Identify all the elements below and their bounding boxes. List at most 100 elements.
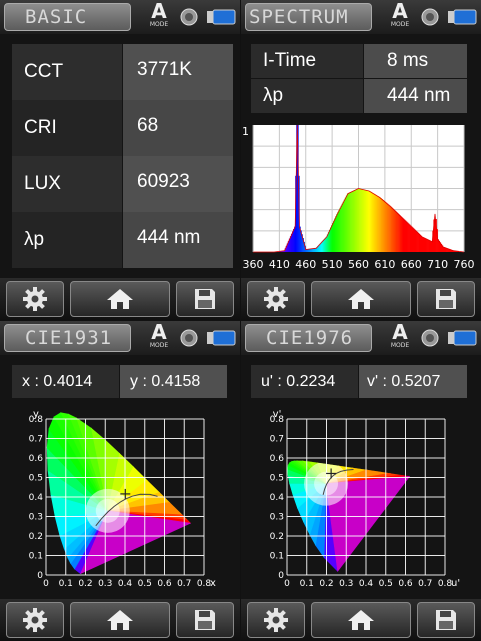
mode-letter: A [151, 321, 167, 344]
mode-letter: A [392, 0, 408, 23]
save-icon [195, 289, 215, 309]
x-tick-label: 360 [243, 258, 264, 271]
save-icon [436, 610, 456, 630]
save-button[interactable] [417, 281, 475, 317]
mode-button[interactable]: A MODE [144, 1, 174, 33]
battery-icon [207, 330, 236, 346]
settings-button[interactable] [6, 602, 64, 638]
x-tick-label: 0.6 [157, 579, 172, 589]
cie1931-title[interactable]: CIE1931 [4, 324, 131, 352]
save-icon [436, 289, 456, 309]
gear-icon [264, 608, 288, 632]
cie1976-title[interactable]: CIE1976 [245, 324, 372, 352]
table-row: λp 444 nm [251, 79, 467, 113]
y-tick-label: 0.1 [270, 552, 284, 562]
peak-wavelength-label: λp [251, 79, 363, 113]
home-button[interactable] [70, 602, 170, 638]
u-coordinate-value: : 0.2234 [277, 373, 336, 390]
v-coordinate-label: v' [367, 373, 379, 390]
knob-icon[interactable] [421, 329, 439, 347]
save-button[interactable] [417, 602, 475, 638]
table-row: CRI 68 [12, 100, 233, 156]
home-icon [348, 289, 374, 309]
cie1931-chart: 0 0.1 0.2 0.3 0.4 0.5 0.6 0.7 0.800.10.20.30.40.… [29, 409, 216, 589]
cie1931-header: CIE1931 A MODE [0, 321, 240, 355]
home-button[interactable] [70, 281, 170, 317]
y-coordinate-value: : 0.4158 [142, 373, 201, 390]
cri-value: 68 [123, 100, 233, 156]
knob-icon[interactable] [180, 329, 198, 347]
x-tick-label: 0.1 [300, 579, 314, 589]
y-tick-label: 0.6 [270, 454, 285, 464]
lux-label: LUX [12, 156, 122, 212]
x-tick-label: 0 [284, 579, 290, 589]
mode-button[interactable]: A MODE [144, 322, 174, 354]
x-tick-label: 460 [295, 258, 316, 271]
mode-label: MODE [390, 21, 410, 28]
mode-label: MODE [149, 342, 169, 349]
x-coordinate-field: x : 0.4014 [12, 365, 119, 398]
home-icon [107, 289, 133, 309]
x-tick-label: 0.3 [339, 579, 353, 589]
cie1931-panel: CIE1931 A MODE x : 0.4014 y : 0.4158 0 0.… [0, 321, 240, 641]
y-coordinate-field: y : 0.4158 [120, 365, 227, 398]
x-axis-label: x [210, 578, 216, 589]
y-tick-label: 0.5 [29, 474, 43, 484]
cie1976-chart: 0 0.1 0.2 0.3 0.4 0.5 0.6 0.7 0.800.10.20.30.40.… [270, 409, 460, 589]
y-tick-label: 0 [278, 571, 284, 581]
y-tick-label: 0.2 [270, 532, 284, 542]
y-tick-label: 0.3 [29, 513, 43, 523]
knob-icon[interactable] [421, 8, 439, 26]
gear-icon [23, 608, 47, 632]
mode-button[interactable]: A MODE [385, 322, 415, 354]
peak-wavelength-value: 444 nm [123, 212, 233, 268]
y-tick-label: 0.5 [270, 474, 284, 484]
x-tick-label: 0 [43, 579, 49, 589]
y-tick-label: 0.7 [29, 435, 43, 445]
x-tick-label: 0.1 [59, 579, 73, 589]
home-button[interactable] [311, 602, 411, 638]
y-tick-label: 1 [242, 125, 249, 138]
spectrum-panel: SPECTRUM A MODE I-Time 8 ms λp 444 nm 36… [241, 0, 481, 320]
save-button[interactable] [176, 281, 234, 317]
y-tick-label: 0.7 [270, 435, 284, 445]
save-button[interactable] [176, 602, 234, 638]
mode-button[interactable]: A MODE [385, 1, 415, 33]
x-tick-label: 410 [269, 258, 290, 271]
settings-button[interactable] [247, 602, 305, 638]
gamut-fill [46, 412, 192, 575]
x-tick-label: 0.5 [138, 579, 152, 589]
y-axis-label: y [33, 409, 39, 420]
y-tick-label: 0.2 [29, 532, 43, 542]
peak-wavelength-value: 444 nm [364, 79, 467, 113]
x-tick-label: 0.2 [78, 579, 92, 589]
x-tick-label: 0.2 [319, 579, 333, 589]
basic-table: CCT 3771K CRI 68 LUX 60923 λp 444 nm [12, 44, 233, 268]
basic-title[interactable]: BASIC [4, 3, 131, 31]
x-tick-label: 0.5 [379, 579, 393, 589]
gear-icon [23, 287, 47, 311]
x-tick-label: 0.6 [398, 579, 413, 589]
cri-label: CRI [12, 100, 122, 156]
spectrum-title[interactable]: SPECTRUM [245, 3, 372, 31]
toolbar [241, 599, 481, 641]
x-tick-label: 0.4 [359, 579, 374, 589]
y-tick-label: 0.1 [29, 552, 43, 562]
u-coordinate-label: u' [261, 373, 273, 390]
cie1976-header: CIE1976 A MODE [241, 321, 481, 355]
settings-button[interactable] [247, 281, 305, 317]
basic-panel: BASIC A MODE CCT 3771K CRI 68 LUX 60923 … [0, 0, 240, 320]
battery-icon [207, 9, 236, 25]
toolbar [0, 599, 240, 641]
x-tick-label: 710 [427, 258, 448, 271]
cie1976-panel: CIE1976 A MODE u' : 0.2234 v' : 0.5207 0… [241, 321, 481, 641]
y-coordinate-label: y [130, 373, 138, 390]
basic-header: BASIC A MODE [0, 0, 240, 34]
settings-button[interactable] [6, 281, 64, 317]
y-tick-label: 0.4 [29, 493, 44, 503]
home-button[interactable] [311, 281, 411, 317]
y-axis-label: v' [273, 409, 282, 420]
knob-icon[interactable] [180, 8, 198, 26]
mode-label: MODE [390, 342, 410, 349]
x-tick-label: 660 [401, 258, 422, 271]
